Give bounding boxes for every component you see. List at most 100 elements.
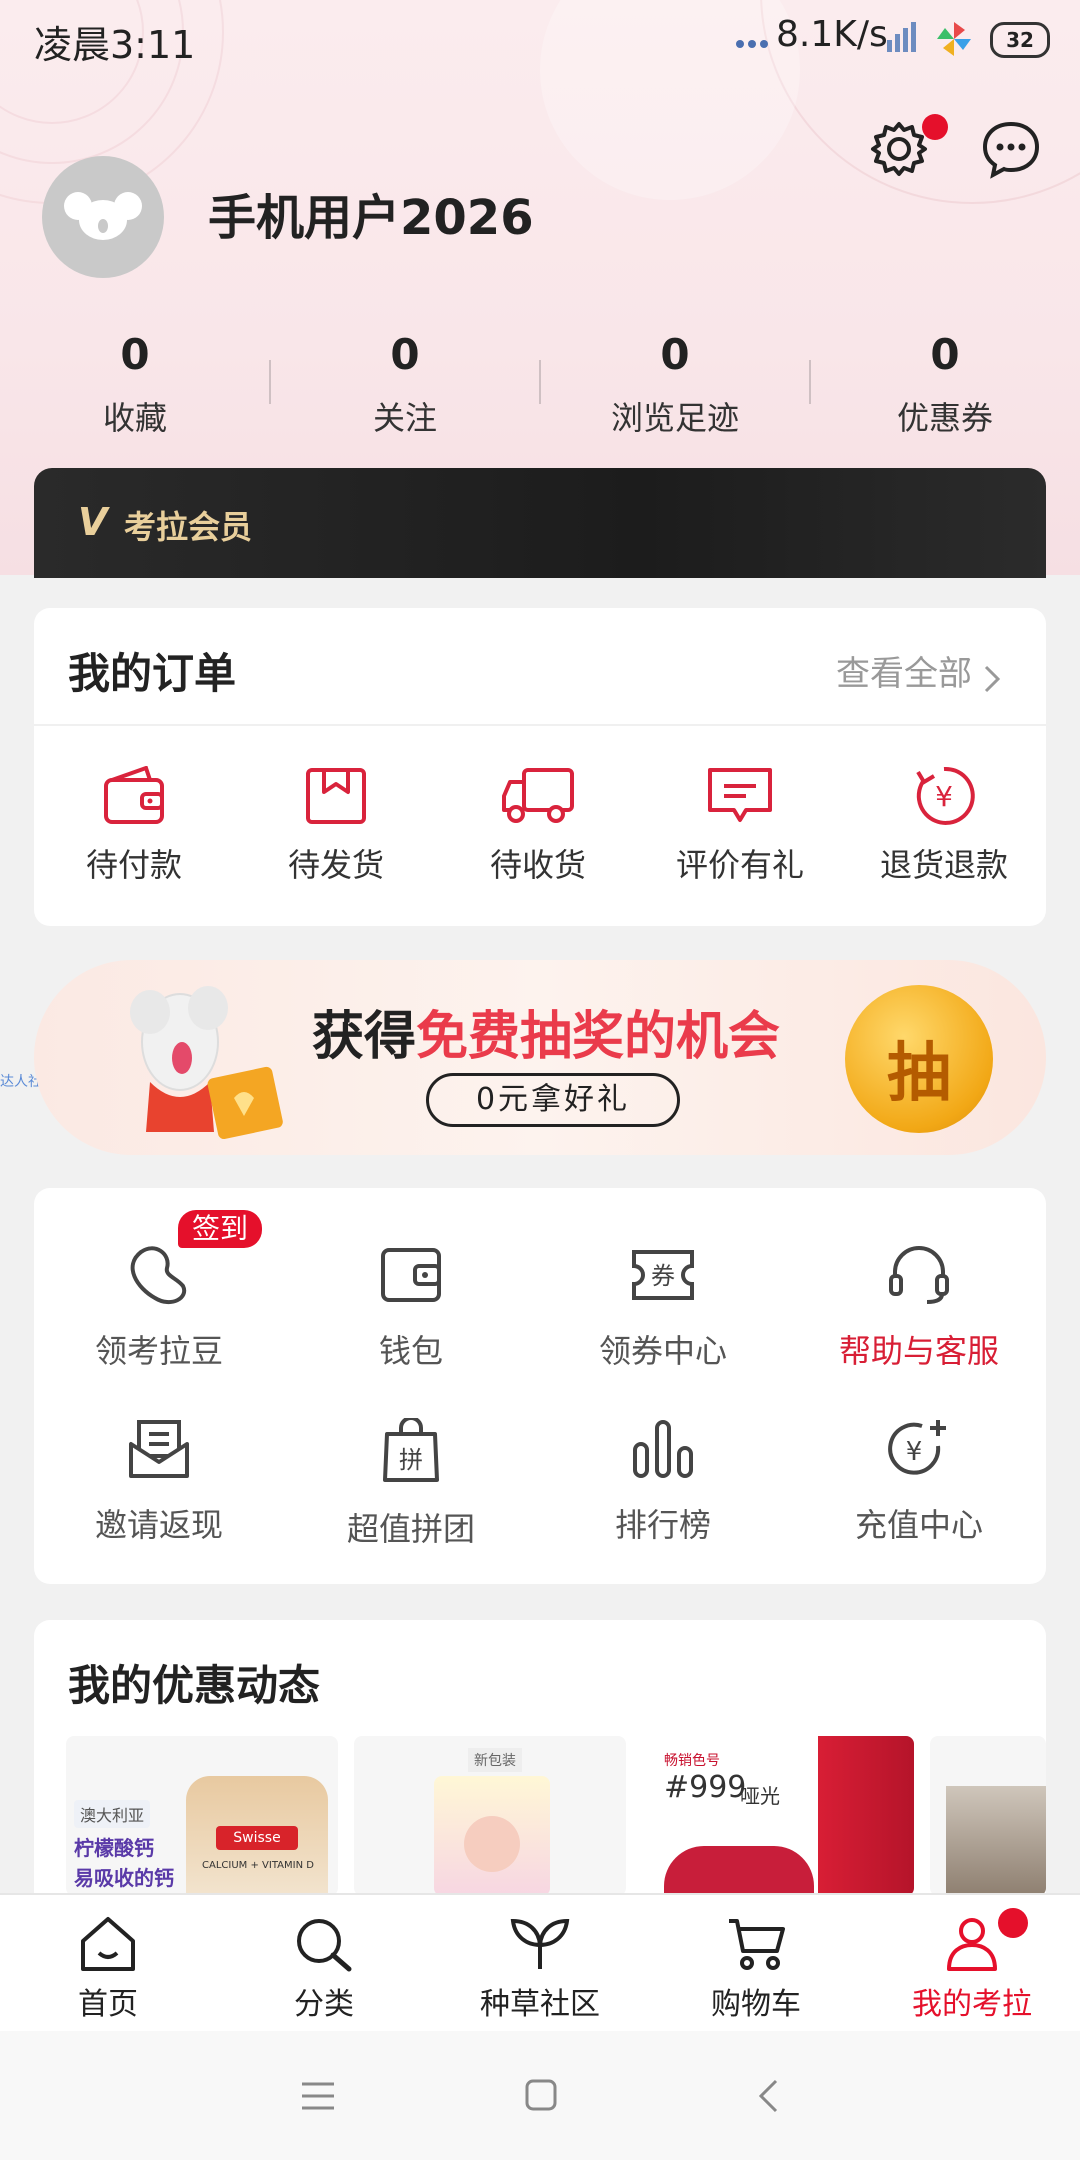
order-pending-shipment[interactable]: 待发货	[256, 766, 416, 886]
order-pending-payment[interactable]: 待付款	[54, 765, 214, 886]
stat-coupons[interactable]: 0 优惠券	[810, 330, 1080, 439]
product-card[interactable]	[930, 1736, 1046, 1896]
package-icon	[306, 768, 366, 824]
product-card[interactable]: 澳大利亚 柠檬酸钙 易吸收的钙 Swisse CALCIUM + VITAMIN…	[66, 1736, 338, 1896]
service-recharge[interactable]: ¥ 充值中心	[794, 1418, 1044, 1546]
menu-icon[interactable]	[300, 2080, 336, 2116]
order-label: 退货退款	[879, 846, 1008, 884]
orders-title: 我的订单	[68, 649, 237, 698]
settings-gear-icon[interactable]	[868, 118, 930, 180]
product-tag: 畅销色号	[664, 1753, 720, 1769]
chevron-right-icon	[983, 664, 1001, 698]
service-group-buy[interactable]: 拼 超值拼团	[286, 1416, 536, 1550]
svg-text:拼: 拼	[399, 1446, 423, 1474]
order-refund[interactable]: ¥ 退货退款	[864, 766, 1024, 886]
nav-label: 分类	[294, 1987, 354, 2022]
svg-text:券: 券	[651, 1262, 675, 1290]
nav-label: 我的考拉	[912, 1987, 1032, 2022]
product-tag: 澳大利亚	[74, 1800, 151, 1828]
nav-cart[interactable]: 购物车	[656, 1915, 856, 2023]
banner-title-highlight: 免费抽奖的机会	[416, 1007, 781, 1067]
product-text: 柠檬酸钙	[74, 1836, 154, 1860]
stat-favorites[interactable]: 0 收藏	[0, 330, 270, 439]
stat-label: 优惠券	[896, 399, 993, 437]
service-coupon-center[interactable]: 券 领券中心	[538, 1244, 788, 1372]
order-review[interactable]: 评价有礼	[660, 766, 820, 886]
stat-value: 0	[930, 330, 960, 379]
sign-in-badge[interactable]: 签到	[178, 1210, 263, 1248]
see-all-label: 查看全部	[836, 654, 972, 694]
service-help-support[interactable]: 帮助与客服	[794, 1244, 1044, 1372]
product-text: #999	[664, 1770, 747, 1805]
order-label: 待收货	[489, 846, 586, 884]
stat-label: 收藏	[102, 399, 167, 437]
service-wallet[interactable]: 钱包	[286, 1244, 536, 1372]
product-card[interactable]: 新包装	[354, 1736, 626, 1896]
battery-icon: 32	[990, 22, 1050, 58]
wallet-icon	[104, 765, 164, 824]
ranking-icon	[633, 1420, 693, 1478]
product-tag: 新包装	[468, 1748, 522, 1772]
username[interactable]: 手机用户2026	[208, 178, 534, 248]
product-subtitle: CALCIUM + VITAMIN D	[202, 1860, 314, 1871]
decor-circle	[540, 0, 800, 200]
product-text: 易吸收的钙	[74, 1866, 174, 1890]
product-brand: Swisse	[216, 1826, 298, 1850]
banner-title-normal: 获得	[312, 1007, 417, 1067]
invite-icon	[129, 1420, 189, 1478]
stat-value: 0	[390, 330, 420, 379]
vip-badge-icon: V	[78, 500, 108, 544]
order-label: 待发货	[287, 846, 384, 884]
recharge-icon: ¥	[888, 1420, 946, 1475]
search-icon	[297, 1919, 352, 1972]
home-square-icon[interactable]	[524, 2078, 558, 2116]
comment-icon	[708, 768, 772, 822]
service-invite-cashback[interactable]: 邀请返现	[34, 1418, 284, 1546]
see-all-orders-link[interactable]: 查看全部	[836, 646, 1001, 698]
product-text: 哑光	[740, 1784, 780, 1808]
stat-label: 浏览足迹	[610, 399, 739, 437]
signal-icon	[887, 22, 923, 56]
baby-image	[464, 1816, 520, 1872]
back-chevron-icon[interactable]	[756, 2078, 780, 2118]
service-label: 领券中心	[598, 1332, 727, 1370]
truck-icon	[502, 768, 574, 823]
service-koala-beans[interactable]: 领考拉豆	[34, 1244, 284, 1372]
status-time: 凌晨3:11	[34, 23, 196, 67]
product-card[interactable]: 畅销色号 #999 哑光	[642, 1736, 914, 1896]
notification-dot	[998, 1908, 1028, 1938]
service-label: 充值中心	[854, 1506, 983, 1544]
hair-dye-image	[946, 1786, 1046, 1896]
stat-history[interactable]: 0 浏览足迹	[540, 330, 810, 439]
service-label: 帮助与客服	[838, 1332, 999, 1370]
nav-label: 首页	[78, 1987, 138, 2022]
order-label: 待付款	[85, 846, 182, 884]
service-ranking[interactable]: 排行榜	[538, 1418, 788, 1546]
divider	[34, 724, 1046, 726]
stat-label: 关注	[372, 399, 437, 437]
svg-text:¥: ¥	[906, 1437, 923, 1467]
stat-following[interactable]: 0 关注	[270, 330, 540, 439]
headset-icon	[889, 1246, 949, 1304]
avatar[interactable]	[42, 156, 164, 278]
notification-dot	[922, 114, 948, 140]
message-bubble-icon[interactable]	[980, 118, 1042, 180]
home-icon	[81, 1917, 135, 1971]
nav-home[interactable]: 首页	[8, 1915, 208, 2023]
nav-category[interactable]: 分类	[224, 1915, 424, 2023]
koala-mascot-icon	[110, 962, 300, 1156]
service-label: 超值拼团	[346, 1510, 475, 1548]
lips-image	[664, 1846, 814, 1896]
promo-title: 我的优惠动态	[68, 1661, 321, 1710]
stat-value: 0	[660, 330, 690, 379]
nav-community[interactable]: 种草社区	[440, 1915, 640, 2023]
order-pending-receipt[interactable]: 待收货	[458, 766, 618, 886]
svg-text:¥: ¥	[935, 780, 953, 813]
nav-my-kaola[interactable]: 我的考拉	[872, 1915, 1072, 2023]
wallet-icon	[381, 1248, 441, 1302]
signal-dots-icon	[735, 36, 771, 55]
service-label: 邀请返现	[94, 1506, 223, 1544]
group-buy-icon: 拼	[383, 1416, 439, 1482]
coupon-icon: 券	[632, 1250, 694, 1300]
stat-value: 0	[120, 330, 150, 379]
